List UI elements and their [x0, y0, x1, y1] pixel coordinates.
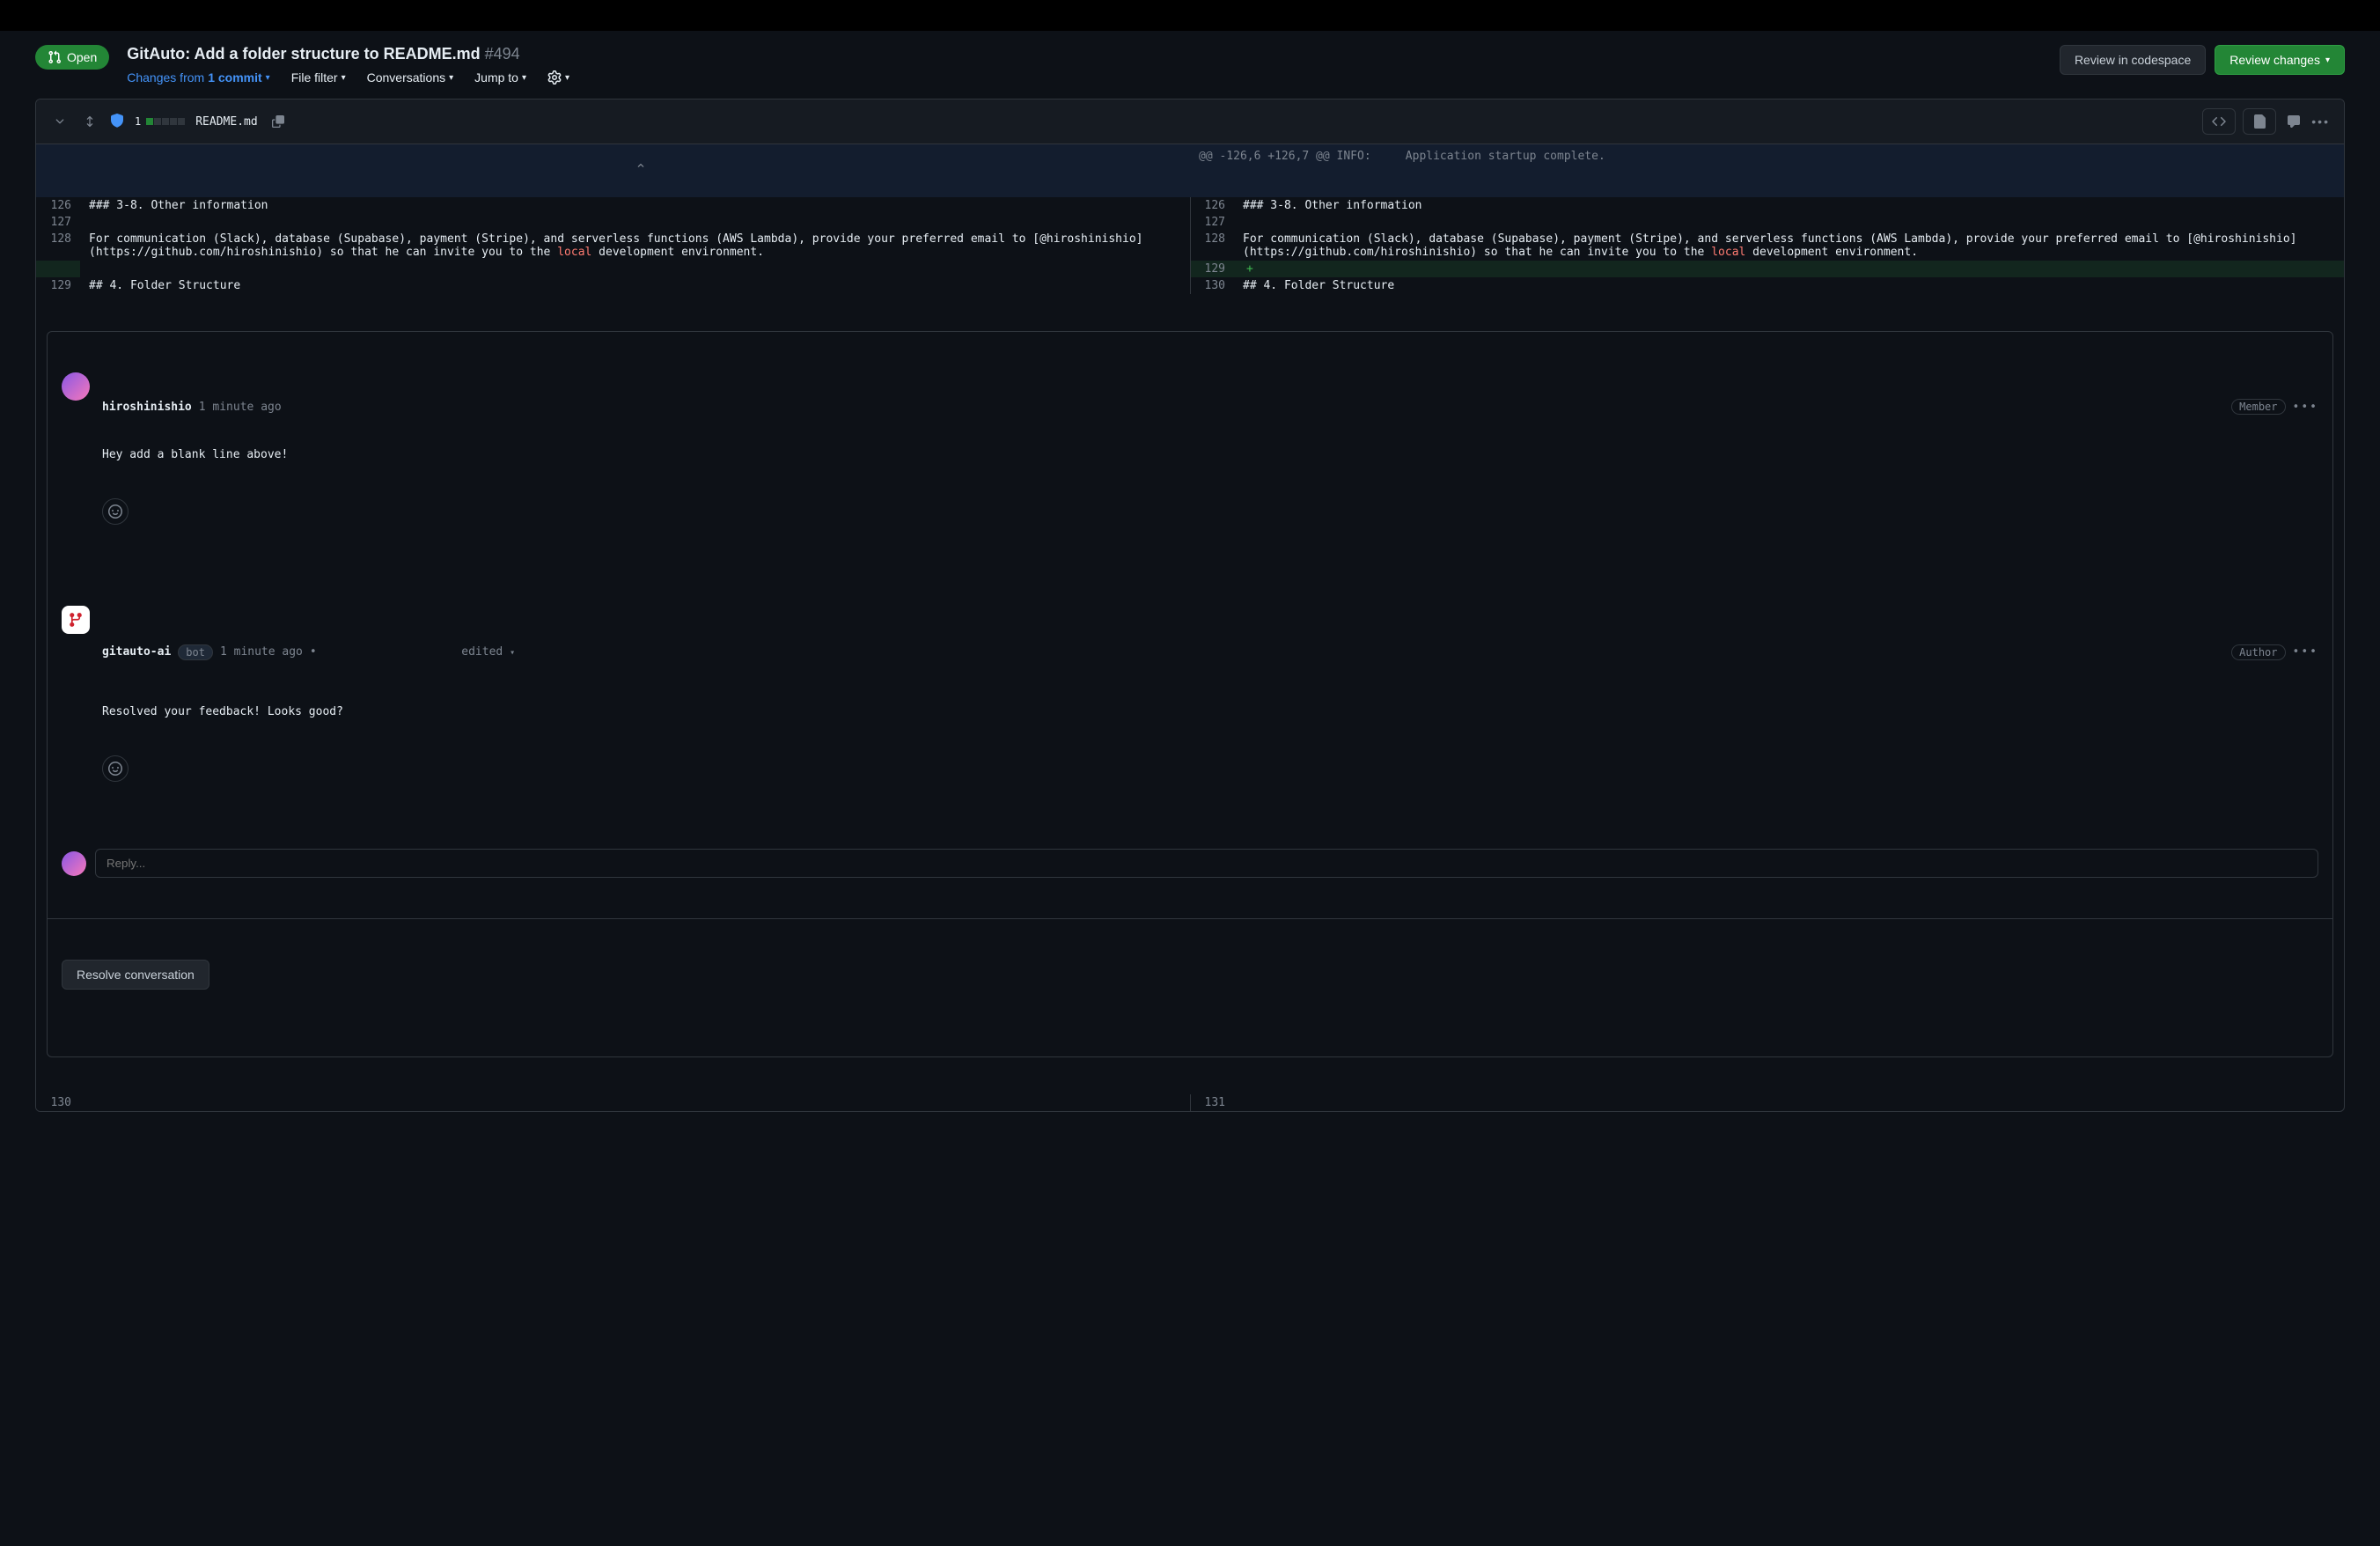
author-badge: Author — [2231, 644, 2285, 660]
reply-input[interactable] — [95, 849, 2318, 878]
comment-timestamp[interactable]: 1 minute ago — [220, 645, 303, 659]
diff-row: 126 ### 3-8. Other information 126 ### 3… — [36, 197, 2344, 214]
collapse-toggle[interactable] — [50, 112, 70, 131]
hunk-header-row: @@ -126,6 +126,7 @@ INFO: Application st… — [36, 144, 2344, 197]
source-view-button[interactable] — [2202, 108, 2236, 135]
avatar[interactable] — [62, 372, 90, 401]
avatar[interactable] — [62, 606, 90, 634]
comment-timestamp[interactable]: 1 minute ago — [199, 401, 282, 414]
review-changes-button[interactable]: Review changes ▾ — [2215, 45, 2345, 75]
comment-author[interactable]: hiroshinishio — [102, 401, 192, 414]
file-menu-button[interactable]: ••• — [2311, 114, 2330, 129]
diff-settings-dropdown[interactable]: ▾ — [547, 70, 569, 85]
changes-from-dropdown[interactable]: Changes from 1 commit ▾ — [127, 70, 269, 85]
chevron-down-icon: ▾ — [342, 73, 346, 83]
avatar[interactable] — [62, 851, 86, 876]
comment-toggle-button[interactable] — [2283, 111, 2304, 132]
diff-file: 1 README.md ••• — [35, 99, 2345, 1112]
gear-icon — [547, 70, 562, 85]
comment-text: Hey add a blank line above! — [102, 448, 2318, 461]
addition-marker: + — [1243, 262, 1253, 276]
add-reaction-button[interactable] — [102, 755, 129, 782]
file-filter-dropdown[interactable]: File filter ▾ — [291, 70, 346, 85]
diff-row: 129 ## 4. Folder Structure 130 ## 4. Fol… — [36, 277, 2344, 294]
chevron-down-icon: ▾ — [449, 73, 453, 83]
comment-icon — [2287, 114, 2301, 129]
diff-row: 128 For communication (Slack), database … — [36, 231, 2344, 261]
comment-menu-button[interactable]: ••• — [2293, 645, 2318, 659]
chevron-down-icon: ▾ — [510, 648, 515, 658]
unfold-icon — [84, 115, 96, 128]
comment-text: Resolved your feedback! Looks good? — [102, 705, 2318, 718]
smiley-icon — [108, 762, 122, 776]
comment-author[interactable]: gitauto-ai — [102, 645, 171, 659]
reply-box — [62, 849, 2318, 878]
review-comment: gitauto-ai bot 1 minute ago • edited ▾ — [48, 592, 2332, 822]
file-icon — [2252, 114, 2266, 129]
diff-row: 130 131 — [36, 1094, 2344, 1111]
add-reaction-button[interactable] — [102, 498, 129, 525]
comment-thread: hiroshinishio 1 minute ago Member ••• He… — [47, 331, 2333, 1057]
expand-up-icon — [635, 163, 647, 175]
edited-indicator[interactable]: edited ▾ — [324, 632, 515, 672]
member-badge: Member — [2231, 399, 2285, 415]
jump-to-dropdown[interactable]: Jump to ▾ — [474, 70, 526, 85]
diff-table: @@ -126,6 +126,7 @@ INFO: Application st… — [36, 144, 2344, 1111]
file-name[interactable]: README.md — [195, 115, 257, 129]
pr-number: #494 — [485, 45, 520, 63]
pr-status-badge: Open — [35, 45, 109, 70]
shield-icon — [110, 114, 124, 130]
chevron-down-icon: ▾ — [522, 73, 526, 83]
copy-icon — [272, 115, 284, 128]
resolve-conversation-button[interactable]: Resolve conversation — [62, 960, 209, 990]
review-comment: hiroshinishio 1 minute ago Member ••• He… — [48, 358, 2332, 565]
chevron-down-icon: ▾ — [266, 73, 270, 83]
status-text: Open — [67, 50, 97, 64]
git-branch-icon — [68, 612, 84, 628]
rendered-view-button[interactable] — [2243, 108, 2276, 135]
chevron-down-icon: ▾ — [2325, 55, 2330, 65]
expand-icon[interactable] — [80, 112, 99, 131]
git-pull-request-icon — [48, 50, 62, 64]
comment-menu-button[interactable]: ••• — [2293, 401, 2318, 414]
comment-thread-row: hiroshinishio 1 minute ago Member ••• He… — [36, 294, 2344, 1094]
copy-path-button[interactable] — [268, 112, 288, 131]
conversations-dropdown[interactable]: Conversations ▾ — [367, 70, 454, 85]
chevron-down-icon: ▾ — [565, 73, 569, 83]
pr-title: GitAuto: Add a folder structure to READM… — [127, 45, 569, 63]
smiley-icon — [108, 504, 122, 519]
diff-row: 127 127 — [36, 214, 2344, 231]
diff-stat: 1 — [135, 115, 185, 128]
chevron-down-icon — [54, 115, 66, 128]
hunk-header-text: @@ -126,6 +126,7 @@ INFO: Application st… — [1190, 144, 2344, 197]
code-icon — [2212, 114, 2226, 129]
bot-badge: bot — [178, 644, 213, 660]
diff-row-added: 129 + — [36, 261, 2344, 277]
review-codespace-button[interactable]: Review in codespace — [2060, 45, 2206, 75]
expand-hunk-button[interactable] — [36, 144, 1190, 197]
